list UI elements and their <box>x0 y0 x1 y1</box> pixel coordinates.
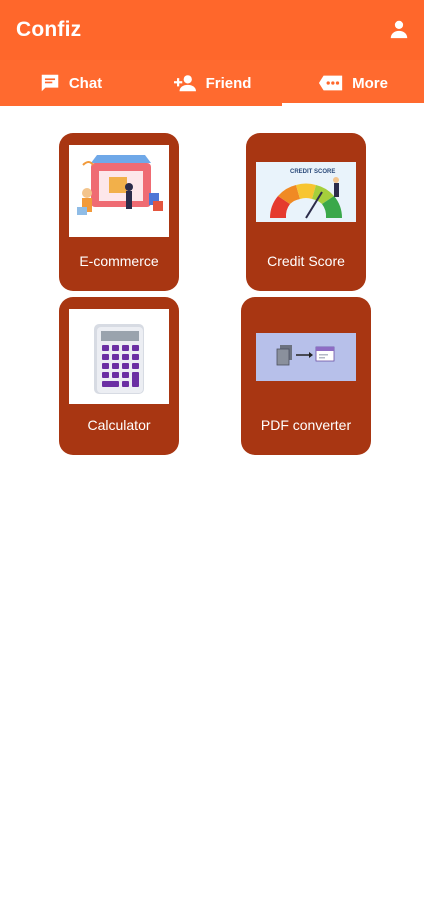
profile-icon[interactable] <box>388 18 410 40</box>
active-tab-indicator <box>282 103 424 106</box>
tab-bar: Chat Friend More <box>0 60 424 106</box>
card-ecommerce[interactable]: E-commerce <box>59 133 179 291</box>
app-title: Confiz <box>16 18 82 41</box>
tab-friend[interactable]: Friend <box>141 60 282 106</box>
credit-score-caption: CREDIT SCORE <box>290 169 335 175</box>
tab-more-label: More <box>352 74 388 92</box>
more-dots-icon <box>319 75 343 91</box>
app-bar: Confiz Chat Friend More <box>0 0 424 106</box>
card-ecommerce-label: E-commerce <box>79 253 159 269</box>
tab-chat[interactable]: Chat <box>0 60 141 106</box>
pdf-converter-illustration <box>256 333 356 381</box>
card-calculator[interactable]: Calculator <box>59 297 179 455</box>
add-person-icon <box>173 75 196 92</box>
chat-icon <box>41 74 59 92</box>
toolbar: Confiz <box>0 0 424 60</box>
tab-more[interactable]: More <box>282 60 424 106</box>
card-credit-score-label: Credit Score <box>267 253 345 269</box>
card-credit-score[interactable]: CREDIT SCORE Credit Score <box>246 133 366 291</box>
card-pdf-converter[interactable]: PDF converter <box>241 297 371 455</box>
ecommerce-illustration <box>69 145 169 237</box>
card-pdf-converter-label: PDF converter <box>260 417 352 433</box>
tab-friend-label: Friend <box>205 74 252 92</box>
card-calculator-label: Calculator <box>87 417 151 433</box>
tab-chat-label: Chat <box>68 74 103 92</box>
calculator-illustration <box>69 309 169 404</box>
credit-score-gauge: CREDIT SCORE <box>256 162 356 222</box>
